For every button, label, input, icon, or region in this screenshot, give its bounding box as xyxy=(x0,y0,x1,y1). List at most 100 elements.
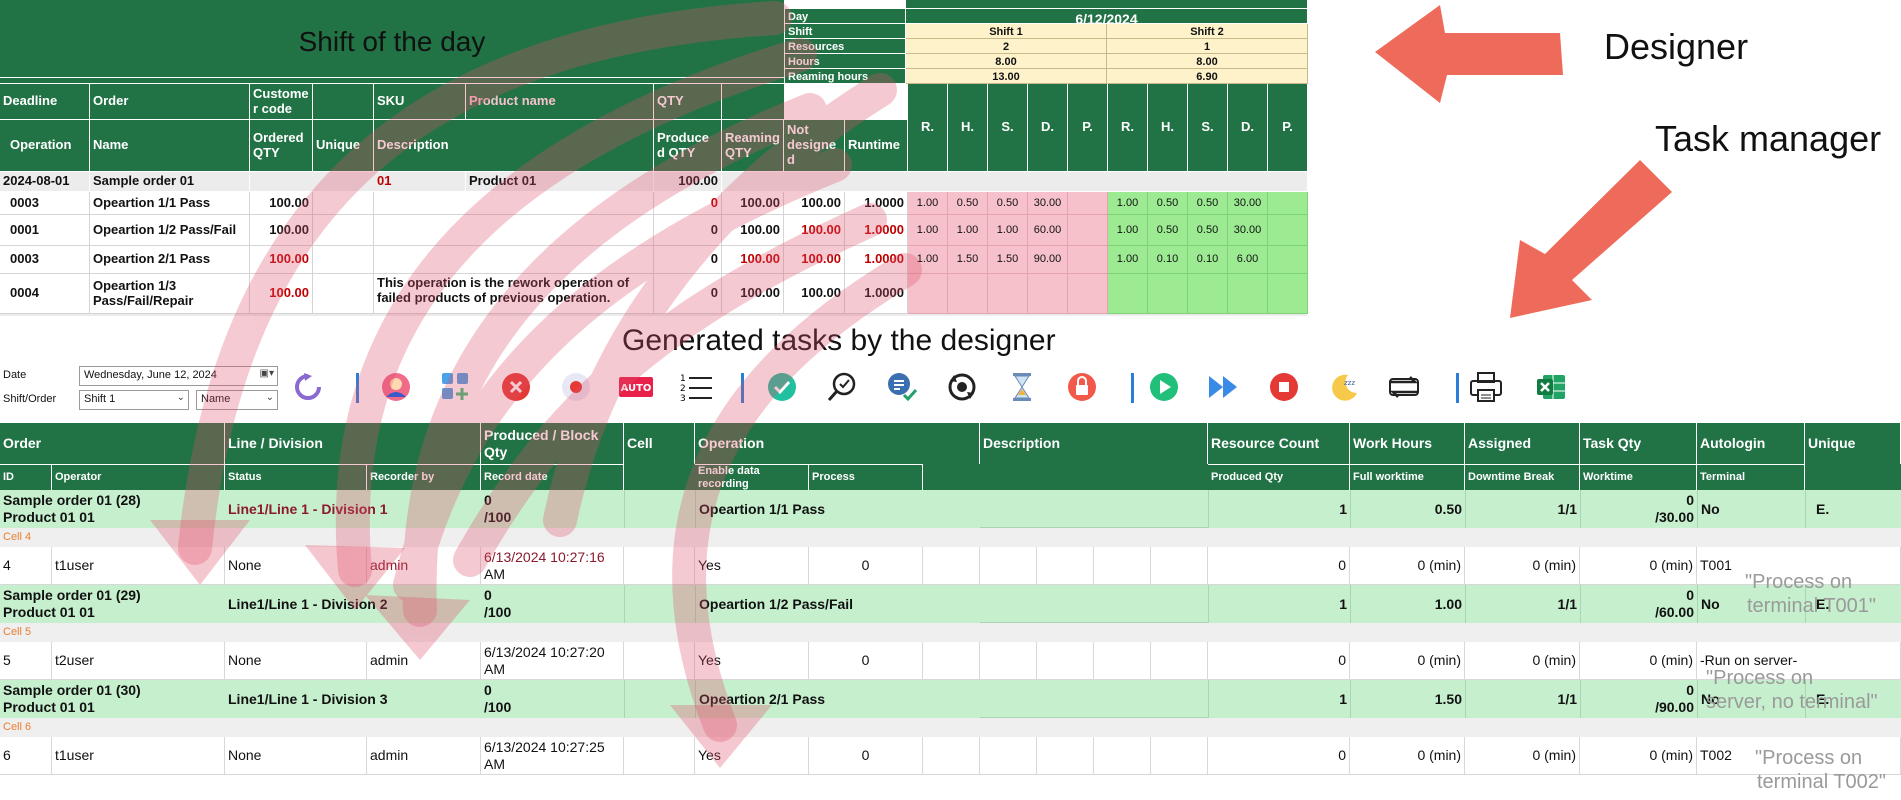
grid-subheader-cell[interactable]: Operator xyxy=(52,464,225,490)
shift2-metric-cell[interactable] xyxy=(1148,274,1188,314)
search-check-icon[interactable] xyxy=(823,368,861,406)
grid-header-cell[interactable]: Cell xyxy=(624,423,695,464)
shift2-metric-cell[interactable]: 0.50 xyxy=(1188,215,1228,246)
swap-icon[interactable] xyxy=(1385,368,1423,406)
shift-select[interactable]: Shift 1 ⌄ xyxy=(79,390,189,410)
detail-operator: t1user xyxy=(52,737,225,775)
shift2-metric-cell[interactable]: 30.00 xyxy=(1228,192,1268,215)
shift2-metric-cell[interactable] xyxy=(1268,192,1308,215)
shift1-metric-cell[interactable]: 1.00 xyxy=(908,246,948,274)
shift2-metric-cell[interactable]: 0.50 xyxy=(1148,192,1188,215)
task-order[interactable]: Sample order 01 (30) Product 01 01 xyxy=(0,680,225,718)
sleep-icon[interactable]: zzz xyxy=(1325,368,1363,406)
grid-subheader-cell[interactable]: Recorder by xyxy=(367,464,481,490)
svg-text:1: 1 xyxy=(680,374,686,384)
grid-header-cell[interactable]: Operation xyxy=(695,423,980,464)
shift1-metric-cell[interactable] xyxy=(948,274,988,314)
shift1-metric-cell[interactable] xyxy=(1068,246,1108,274)
shift1-metric-cell[interactable]: 30.00 xyxy=(1028,192,1068,215)
shift2-metric-cell[interactable]: 0.10 xyxy=(1188,246,1228,274)
grid-subheader-cell[interactable]: Terminal xyxy=(1697,464,1805,490)
shift2-metric-cell[interactable]: 0.50 xyxy=(1188,192,1228,215)
grid-subheader-cell[interactable]: Process xyxy=(809,464,923,490)
hourglass-icon[interactable] xyxy=(1003,368,1041,406)
shift2-metric-cell[interactable]: 0.10 xyxy=(1148,246,1188,274)
shift2-metric-cell[interactable]: 0.50 xyxy=(1148,215,1188,246)
shift2-metric-cell[interactable]: 1.00 xyxy=(1108,215,1148,246)
task-order[interactable]: Sample order 01 (28) Product 01 01 xyxy=(0,490,225,528)
detail-enable-recording[interactable]: Yes xyxy=(695,547,809,585)
grid-header-cell[interactable]: Resource Count xyxy=(1208,423,1350,464)
shift2-metric-cell[interactable] xyxy=(1268,215,1308,246)
date-picker[interactable]: Wednesday, June 12, 2024 ▣▾ xyxy=(79,366,278,386)
stop-icon[interactable] xyxy=(1265,368,1303,406)
shift2-metric-cell[interactable]: 30.00 xyxy=(1228,215,1268,246)
shift2-metric-cell[interactable] xyxy=(1228,274,1268,314)
task-operation: Opeartion 1/1 Pass xyxy=(695,490,980,528)
shift2-metric-cell[interactable] xyxy=(1268,274,1308,314)
shift1-metric-cell[interactable] xyxy=(1028,274,1068,314)
grid-subheader-cell[interactable]: Produced Qty xyxy=(1208,464,1350,490)
grid-header-cell[interactable]: Work Hours xyxy=(1350,423,1465,464)
shift2-metric-cell[interactable]: 6.00 xyxy=(1228,246,1268,274)
grid-header-cell[interactable]: Assigned xyxy=(1465,423,1580,464)
grid-subheader-cell[interactable]: Record date xyxy=(481,464,624,490)
shift1-metric-cell[interactable]: 1.50 xyxy=(988,246,1028,274)
order-by-select[interactable]: Name ⌄ xyxy=(196,390,278,410)
shift2-metric-cell[interactable] xyxy=(1188,274,1228,314)
fast-forward-icon[interactable] xyxy=(1205,368,1243,406)
cell-group-row[interactable]: Cell 6 xyxy=(0,718,1901,737)
sync-icon[interactable] xyxy=(943,368,981,406)
shift1-metric-cell[interactable]: 1.00 xyxy=(908,215,948,246)
excel-icon[interactable] xyxy=(1532,368,1570,406)
print-icon[interactable] xyxy=(1467,368,1505,406)
grid-subheader-cell[interactable]: ID xyxy=(0,464,52,490)
shift1-metric-cell[interactable]: 1.00 xyxy=(988,215,1028,246)
numbered-list-icon[interactable]: 123 xyxy=(677,368,715,406)
grid-subheader-cell[interactable]: Downtime Break xyxy=(1465,464,1580,490)
grid-subheader-cell[interactable]: Full worktime xyxy=(1350,464,1465,490)
detail-enable-recording[interactable]: Yes xyxy=(695,642,809,680)
cell-group-row[interactable]: Cell 5 xyxy=(0,623,1901,642)
grid-header-cell[interactable]: Produced / Block Qty xyxy=(481,423,624,464)
grid-subheader-cell[interactable]: Worktime xyxy=(1580,464,1697,490)
shift1-metric-cell[interactable] xyxy=(988,274,1028,314)
grid-header-cell[interactable]: Order xyxy=(0,423,225,464)
cell-group-row[interactable]: Cell 4 xyxy=(0,528,1901,547)
lock-icon[interactable] xyxy=(1063,368,1101,406)
play-icon[interactable] xyxy=(1145,368,1183,406)
grid-header-cell[interactable]: Autologin xyxy=(1697,423,1805,464)
grid-header-cell[interactable]: Line / Division xyxy=(225,423,481,464)
detail-enable-recording[interactable]: Yes xyxy=(695,737,809,775)
record-icon[interactable] xyxy=(557,368,595,406)
shift1-metric-cell[interactable]: 90.00 xyxy=(1028,246,1068,274)
shift1-metric-cell[interactable]: 0.50 xyxy=(948,192,988,215)
task-order[interactable]: Sample order 01 (29) Product 01 01 xyxy=(0,585,225,623)
shift2-metric-cell[interactable]: 1.00 xyxy=(1108,192,1148,215)
shift1-metric-cell[interactable]: 60.00 xyxy=(1028,215,1068,246)
cancel-icon[interactable] xyxy=(497,368,535,406)
auto-icon[interactable]: AUTO xyxy=(617,368,655,406)
shift2-metric-cell[interactable] xyxy=(1108,274,1148,314)
document-check-icon[interactable] xyxy=(883,368,921,406)
shift1-metric-cell[interactable]: 1.00 xyxy=(948,215,988,246)
grid-header-cell[interactable]: Unique xyxy=(1805,423,1901,464)
shift2-metric-cell[interactable] xyxy=(1268,246,1308,274)
shift1-metric-cell[interactable]: 0.50 xyxy=(988,192,1028,215)
add-grid-icon[interactable] xyxy=(437,368,475,406)
shift2-metric-cell[interactable]: 1.00 xyxy=(1108,246,1148,274)
shift1-metric-cell[interactable] xyxy=(1068,274,1108,314)
grid-header-cell[interactable]: Task Qty xyxy=(1580,423,1697,464)
calendar-dropdown-icon[interactable]: ▣▾ xyxy=(260,368,274,379)
shift1-metric-cell[interactable] xyxy=(1068,215,1108,246)
shift1-metric-cell[interactable]: 1.00 xyxy=(908,192,948,215)
grid-header-cell[interactable]: Description xyxy=(980,423,1208,464)
check-icon[interactable] xyxy=(763,368,801,406)
refresh-icon[interactable] xyxy=(289,368,327,406)
shift1-metric-cell[interactable]: 1.50 xyxy=(948,246,988,274)
grid-subheader-cell[interactable]: Enable data recording xyxy=(695,464,809,490)
shift1-metric-cell[interactable] xyxy=(1068,192,1108,215)
user-icon[interactable] xyxy=(377,368,415,406)
grid-subheader-cell[interactable]: Status xyxy=(225,464,367,490)
shift1-metric-cell[interactable] xyxy=(908,274,948,314)
